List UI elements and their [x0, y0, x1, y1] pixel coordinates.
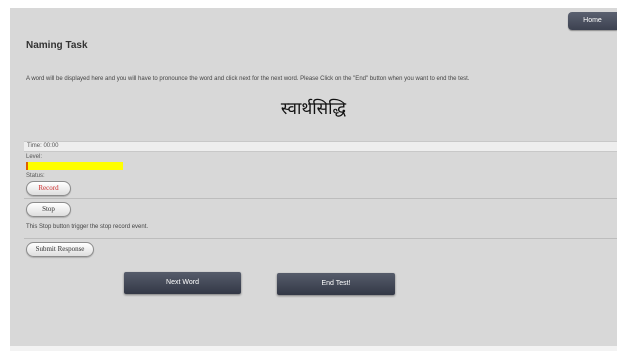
test-page: Home Naming Task A word will be displaye…	[10, 8, 617, 346]
home-button[interactable]: Home	[568, 12, 617, 30]
status-label: Status:	[26, 173, 45, 179]
stop-button[interactable]: Stop	[26, 202, 71, 217]
displayed-word: स्वार्थसिद्धि	[280, 99, 347, 119]
stop-note-text: This Stop button trigger the stop record…	[26, 224, 149, 230]
next-word-button[interactable]: Next Word	[124, 272, 241, 294]
divider	[24, 238, 617, 239]
submit-response-button[interactable]: Submit Response	[26, 242, 94, 257]
instructions-text: A word will be displayed here and you wi…	[26, 76, 470, 82]
page-title: Naming Task	[26, 40, 88, 51]
end-test-button[interactable]: End Test!	[277, 273, 395, 295]
bottom-strip	[10, 346, 617, 351]
level-label: Level:	[26, 154, 43, 160]
timer-text: Time: 00:00	[27, 143, 59, 149]
divider	[24, 198, 617, 199]
timer-bar: Time: 00:00	[24, 141, 617, 152]
level-meter	[26, 162, 123, 170]
record-button[interactable]: Record	[26, 181, 71, 196]
